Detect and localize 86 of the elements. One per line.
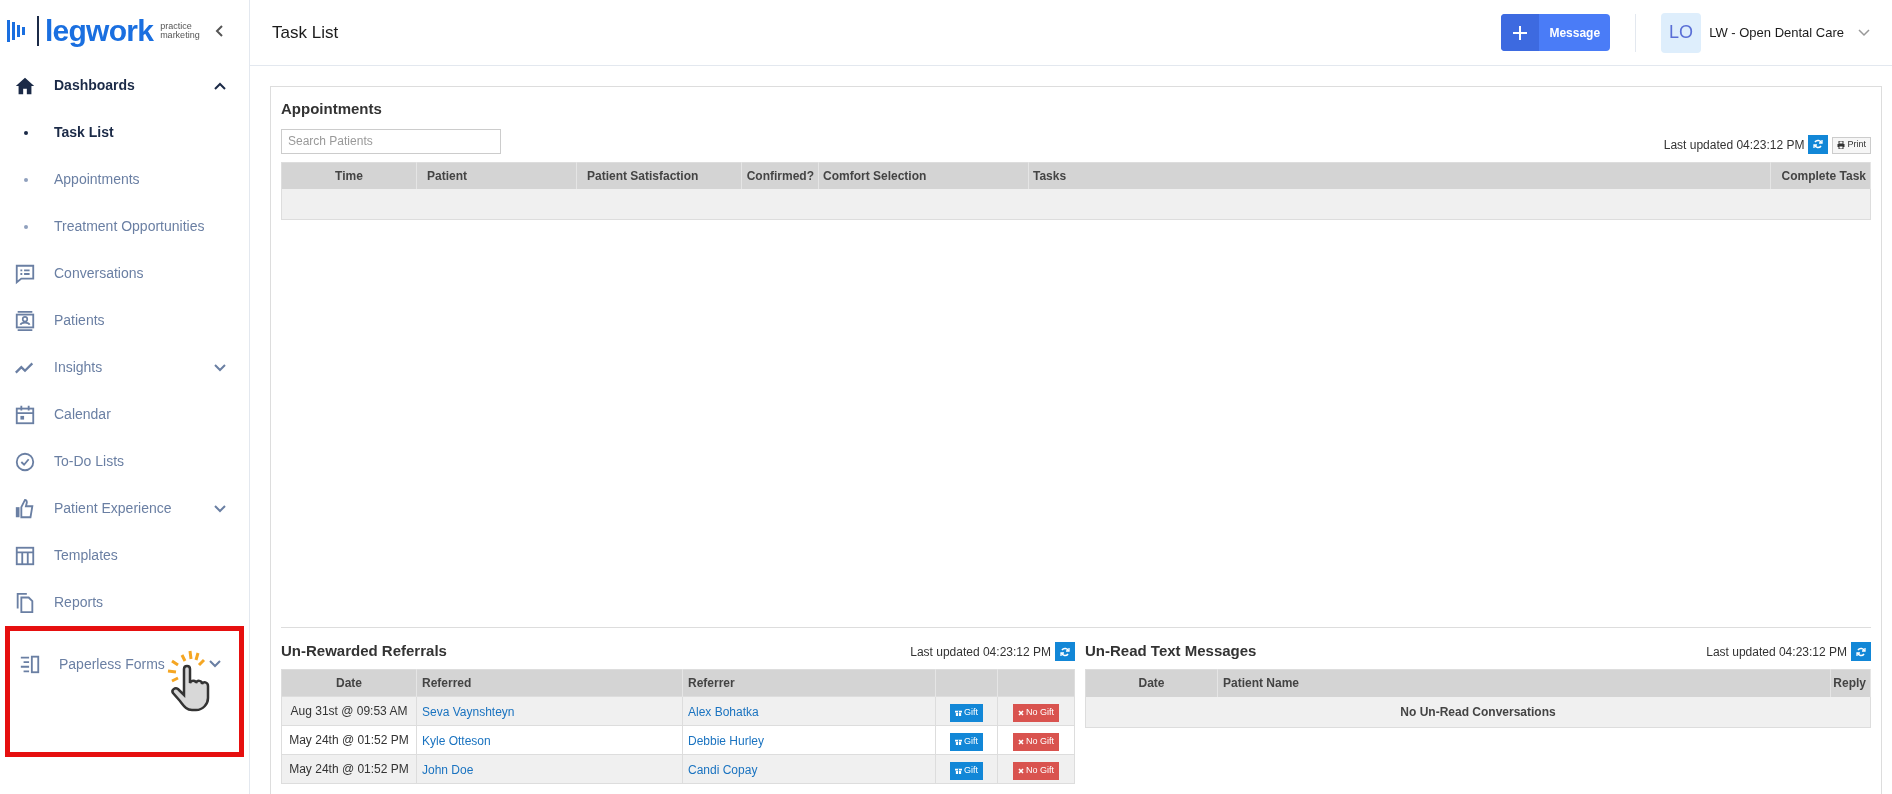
- refresh-button[interactable]: [1808, 134, 1829, 154]
- printer-icon: [1837, 141, 1846, 149]
- thumbs-up-icon: [14, 497, 36, 520]
- chevron-down-icon: [1858, 28, 1870, 37]
- no-gift-button[interactable]: No Gift: [1013, 704, 1059, 722]
- last-updated-text: Last updated 04:23:12 PM: [910, 643, 1051, 661]
- logo-tagline: marketing: [160, 31, 200, 40]
- no-gift-button[interactable]: No Gift: [1013, 733, 1059, 751]
- close-icon: [1018, 710, 1024, 716]
- column-header: Reply: [1830, 669, 1871, 697]
- column-header: Confirmed?: [741, 162, 819, 189]
- section-title: Un-Rewarded Referrals: [281, 641, 447, 662]
- bullet-icon: [24, 177, 28, 182]
- column-header: Patient: [416, 162, 577, 189]
- close-icon: [1018, 768, 1024, 774]
- column-header: Date: [1085, 669, 1218, 697]
- search-field[interactable]: Search Patients: [281, 128, 501, 154]
- refresh-icon: [1813, 139, 1824, 149]
- no-gift-button[interactable]: No Gift: [1013, 762, 1059, 780]
- column-header: Comfort Selection: [818, 162, 1029, 189]
- gift-button[interactable]: Gift: [950, 732, 983, 751]
- patient-link[interactable]: Alex Bohatka: [688, 705, 759, 719]
- gift-button[interactable]: Gift: [950, 703, 983, 722]
- nav-item[interactable]: Conversations: [0, 250, 249, 297]
- logo-wordmark: legwork: [45, 16, 154, 46]
- gift-icon: [955, 767, 962, 774]
- page-title: Task List: [272, 21, 339, 44]
- documents-icon: [14, 591, 36, 614]
- account-avatar: LO: [1661, 12, 1702, 53]
- last-updated-text: Last updated 04:23:12 PM: [1663, 136, 1805, 154]
- nav-item[interactable]: To-Do Lists: [0, 438, 249, 485]
- nav-subitem[interactable]: Treatment Opportunities: [0, 203, 249, 250]
- column-header: Complete Task: [1770, 162, 1871, 189]
- chevron-down-icon: [208, 659, 222, 669]
- last-updated-text: Last updated 04:23:12 PM: [1706, 643, 1847, 661]
- check-circle-icon: [14, 450, 36, 473]
- nav-item[interactable]: Dashboards: [0, 62, 249, 109]
- patient-link[interactable]: Debbie Hurley: [688, 734, 765, 748]
- calendar-icon: [14, 403, 36, 426]
- column-header: Date: [281, 669, 417, 697]
- refresh-icon: [1060, 646, 1070, 657]
- nav-item[interactable]: Patients: [0, 297, 249, 344]
- account-dropdown[interactable]: LW - Open Dental Care: [1709, 22, 1870, 43]
- column-header: Time: [281, 162, 417, 189]
- chevron-down-icon: [213, 503, 227, 514]
- chat-list-icon: [14, 262, 36, 285]
- gift-icon: [955, 709, 962, 716]
- column-header: Patient Satisfaction: [576, 162, 742, 189]
- patient-link[interactable]: Seva Vaynshteyn: [422, 705, 515, 719]
- refresh-button[interactable]: [1851, 642, 1871, 661]
- nav-item[interactable]: Reports: [0, 579, 249, 626]
- chevron-up-icon: [213, 80, 227, 91]
- chevron-left-icon: [214, 24, 224, 38]
- print-button[interactable]: Print: [1832, 136, 1871, 154]
- nav-item[interactable]: Patient Experience: [0, 485, 249, 532]
- patient-link[interactable]: Kyle Otteson: [422, 734, 491, 748]
- empty-state-text: No Un-Read Conversations: [1085, 696, 1871, 728]
- logo-icon: [7, 16, 41, 46]
- logo-tagline: practice: [160, 22, 192, 31]
- section-title: Appointments: [281, 99, 383, 119]
- nav-item[interactable]: Calendar: [0, 391, 249, 438]
- patient-link[interactable]: Candi Copay: [688, 763, 758, 777]
- column-header: Tasks: [1028, 162, 1771, 189]
- column-header: Referred: [416, 669, 683, 697]
- gift-button[interactable]: Gift: [950, 761, 983, 780]
- nav-subitem[interactable]: Task List: [0, 109, 249, 156]
- contact-card-icon: [14, 309, 36, 332]
- refresh-icon: [1856, 646, 1866, 657]
- nav-item[interactable]: Insights: [0, 344, 249, 391]
- refresh-button[interactable]: [1055, 642, 1075, 661]
- table-layout-icon: [14, 544, 36, 567]
- chevron-down-icon: [213, 362, 227, 373]
- table-cell: May 24th @ 01:52 PM: [281, 754, 417, 784]
- bullet-icon: [24, 130, 28, 135]
- plus-icon: [1512, 24, 1529, 41]
- column-header: Referrer: [682, 669, 936, 697]
- new-message-button[interactable]: Message: [1501, 14, 1611, 51]
- column-header: Patient Name: [1217, 669, 1831, 697]
- bullet-icon: [24, 224, 28, 229]
- patient-link[interactable]: John Doe: [422, 763, 474, 777]
- nav-subitem[interactable]: Appointments: [0, 156, 249, 203]
- section-title: Un-Read Text Messages: [1085, 641, 1257, 662]
- gift-icon: [955, 738, 962, 745]
- form-icon: [19, 653, 41, 675]
- close-icon: [1018, 739, 1024, 745]
- nav-item[interactable]: Templates: [0, 532, 249, 579]
